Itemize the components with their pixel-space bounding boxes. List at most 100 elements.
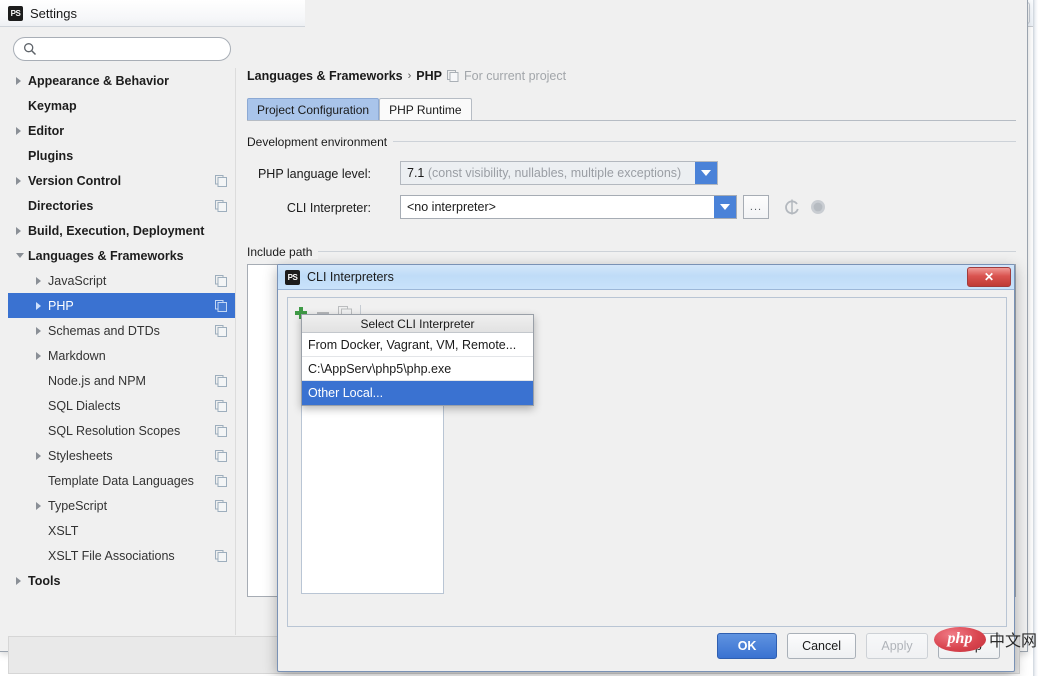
php-language-level-note: (const visibility, nullables, multiple e… (428, 166, 681, 180)
sidebar-item-stylesheets[interactable]: Stylesheets (8, 443, 235, 468)
sidebar-item-sql-dialects[interactable]: SQL Dialects (8, 393, 235, 418)
popup-menu-item-label: C:\AppServ\php5\php.exe (308, 362, 451, 376)
sidebar-item-tools[interactable]: Tools (8, 568, 235, 593)
cli-interpreter-browse-button[interactable]: ... (743, 195, 769, 219)
sidebar-item-sql-resolution-scopes[interactable]: SQL Resolution Scopes (8, 418, 235, 443)
sidebar-item-plugins[interactable]: Plugins (8, 143, 235, 168)
sidebar-item-label: TypeScript (48, 499, 107, 513)
config-tabs[interactable]: Project Configuration PHP Runtime (247, 98, 472, 120)
cancel-button[interactable]: Cancel (787, 633, 856, 659)
apply-button: Apply (866, 633, 928, 659)
ok-button[interactable]: OK (717, 633, 777, 659)
chevron-right-icon[interactable] (16, 227, 21, 235)
tab-label: PHP Runtime (389, 103, 461, 117)
sidebar-item-label: Version Control (28, 174, 121, 188)
sidebar-item-label: Stylesheets (48, 449, 113, 463)
chevron-right-icon[interactable] (36, 327, 41, 335)
sidebar-item-version-control[interactable]: Version Control (8, 168, 235, 193)
scope-note: For current project (447, 69, 566, 83)
sidebar-item-php[interactable]: PHP (8, 293, 235, 318)
popup-items: From Docker, Vagrant, VM, Remote... C:\Ap… (302, 333, 533, 405)
sidebar-item-template-data-languages[interactable]: Template Data Languages (8, 468, 235, 493)
php-language-level-combo-box[interactable]: 7.1 (const visibility, nullables, multip… (400, 161, 718, 185)
sidebar-item-label: Directories (28, 199, 93, 213)
chevron-right-icon[interactable] (16, 577, 21, 585)
info-icon (810, 199, 826, 215)
group-divider-dev (377, 141, 1016, 142)
dialog-title: CLI Interpreters (307, 270, 394, 284)
dialog-titlebar: PS CLI Interpreters ✕ (278, 265, 1014, 290)
screen: ✕ PS Settings Appearance & Behavior Keyma… (0, 0, 1038, 676)
search-input[interactable] (13, 37, 231, 61)
dialog-close-button[interactable]: ✕ (967, 267, 1011, 287)
tab-php-runtime[interactable]: PHP Runtime (379, 98, 471, 120)
chevron-down-icon[interactable] (16, 253, 24, 258)
sidebar-item-label: Editor (28, 124, 64, 138)
button-label: Help (956, 639, 982, 653)
refresh-icon (783, 198, 801, 216)
help-button[interactable]: Help (938, 633, 1000, 659)
cli-interpreter-value: <no interpreter> (401, 200, 714, 214)
include-path-group-label: Include path (247, 245, 318, 259)
project-scope-icon (215, 450, 227, 462)
chevron-down-icon[interactable] (714, 196, 736, 218)
project-scope-icon (215, 200, 227, 212)
tab-label: Project Configuration (257, 103, 369, 117)
dialog-button-bar: OK Cancel Apply Help (717, 633, 1000, 659)
sidebar-item-label: Plugins (28, 149, 73, 163)
phpstorm-app-icon: PS (285, 270, 300, 285)
chevron-right-icon[interactable] (16, 127, 21, 135)
php-language-level-label: PHP language level: (247, 167, 371, 181)
sidebar-item-label: Markdown (48, 349, 106, 363)
sidebar-item-label: Appearance & Behavior (28, 74, 169, 88)
sidebar-item-label: Template Data Languages (48, 474, 194, 488)
sidebar-item-javascript[interactable]: JavaScript (8, 268, 235, 293)
chevron-right-icon[interactable] (36, 502, 41, 510)
sidebar-item-label: Node.js and NPM (48, 374, 146, 388)
sidebar-item-node-js-and-npm[interactable]: Node.js and NPM (8, 368, 235, 393)
select-cli-interpreter-popup: Select CLI Interpreter From Docker, Vagr… (301, 314, 534, 406)
tab-project-configuration[interactable]: Project Configuration (247, 98, 379, 120)
chevron-right-icon[interactable] (16, 177, 21, 185)
chevron-right-icon[interactable] (36, 277, 41, 285)
close-icon: ✕ (984, 270, 994, 284)
sidebar-item-label: Keymap (28, 99, 77, 113)
popup-menu-item-label: From Docker, Vagrant, VM, Remote... (308, 338, 516, 352)
sidebar-item-xslt-file-associations[interactable]: XSLT File Associations (8, 543, 235, 568)
chevron-right-icon[interactable] (36, 302, 41, 310)
sidebar-item-editor[interactable]: Editor (8, 118, 235, 143)
sidebar-item-appearance-behavior[interactable]: Appearance & Behavior (8, 68, 235, 93)
sidebar-item-markdown[interactable]: Markdown (8, 343, 235, 368)
chevron-right-icon[interactable] (16, 77, 21, 85)
sidebar-item-languages-frameworks[interactable]: Languages & Frameworks (8, 243, 235, 268)
sidebar-item-keymap[interactable]: Keymap (8, 93, 235, 118)
project-scope-icon (215, 550, 227, 562)
background-window-right-edge (1033, 0, 1038, 676)
sidebar-item-xslt[interactable]: XSLT (8, 518, 235, 543)
project-scope-icon (215, 425, 227, 437)
breadcrumb-parent[interactable]: Languages & Frameworks (247, 69, 403, 83)
settings-window-title: Settings (30, 6, 77, 21)
chevron-right-icon[interactable] (36, 352, 41, 360)
sidebar-item-label: SQL Resolution Scopes (48, 424, 180, 438)
popup-menu-item[interactable]: From Docker, Vagrant, VM, Remote... (302, 333, 533, 357)
project-scope-icon (215, 300, 227, 312)
chevron-right-icon[interactable] (36, 452, 41, 460)
search-icon (23, 42, 37, 56)
sidebar-item-typescript[interactable]: TypeScript (8, 493, 235, 518)
sidebar-item-schemas-and-dtds[interactable]: Schemas and DTDs (8, 318, 235, 343)
settings-category-tree[interactable]: Appearance & Behavior Keymap Editor Plugins… (8, 68, 236, 635)
popup-menu-item[interactable]: C:\AppServ\php5\php.exe (302, 357, 533, 381)
project-scope-icon (447, 70, 459, 82)
project-scope-icon (215, 175, 227, 187)
project-scope-icon (215, 325, 227, 337)
sidebar-item-build-execution-deployment[interactable]: Build, Execution, Deployment (8, 218, 235, 243)
phpstorm-app-icon: PS (8, 6, 23, 21)
scope-note-label: For current project (464, 69, 566, 83)
group-divider-include (315, 251, 1016, 252)
breadcrumb: Languages & Frameworks › PHP For current… (247, 69, 566, 83)
cli-interpreter-combo[interactable]: <no interpreter> (400, 195, 737, 219)
popup-menu-item[interactable]: Other Local... (302, 381, 533, 405)
sidebar-item-directories[interactable]: Directories (8, 193, 235, 218)
chevron-down-icon[interactable] (695, 162, 717, 184)
